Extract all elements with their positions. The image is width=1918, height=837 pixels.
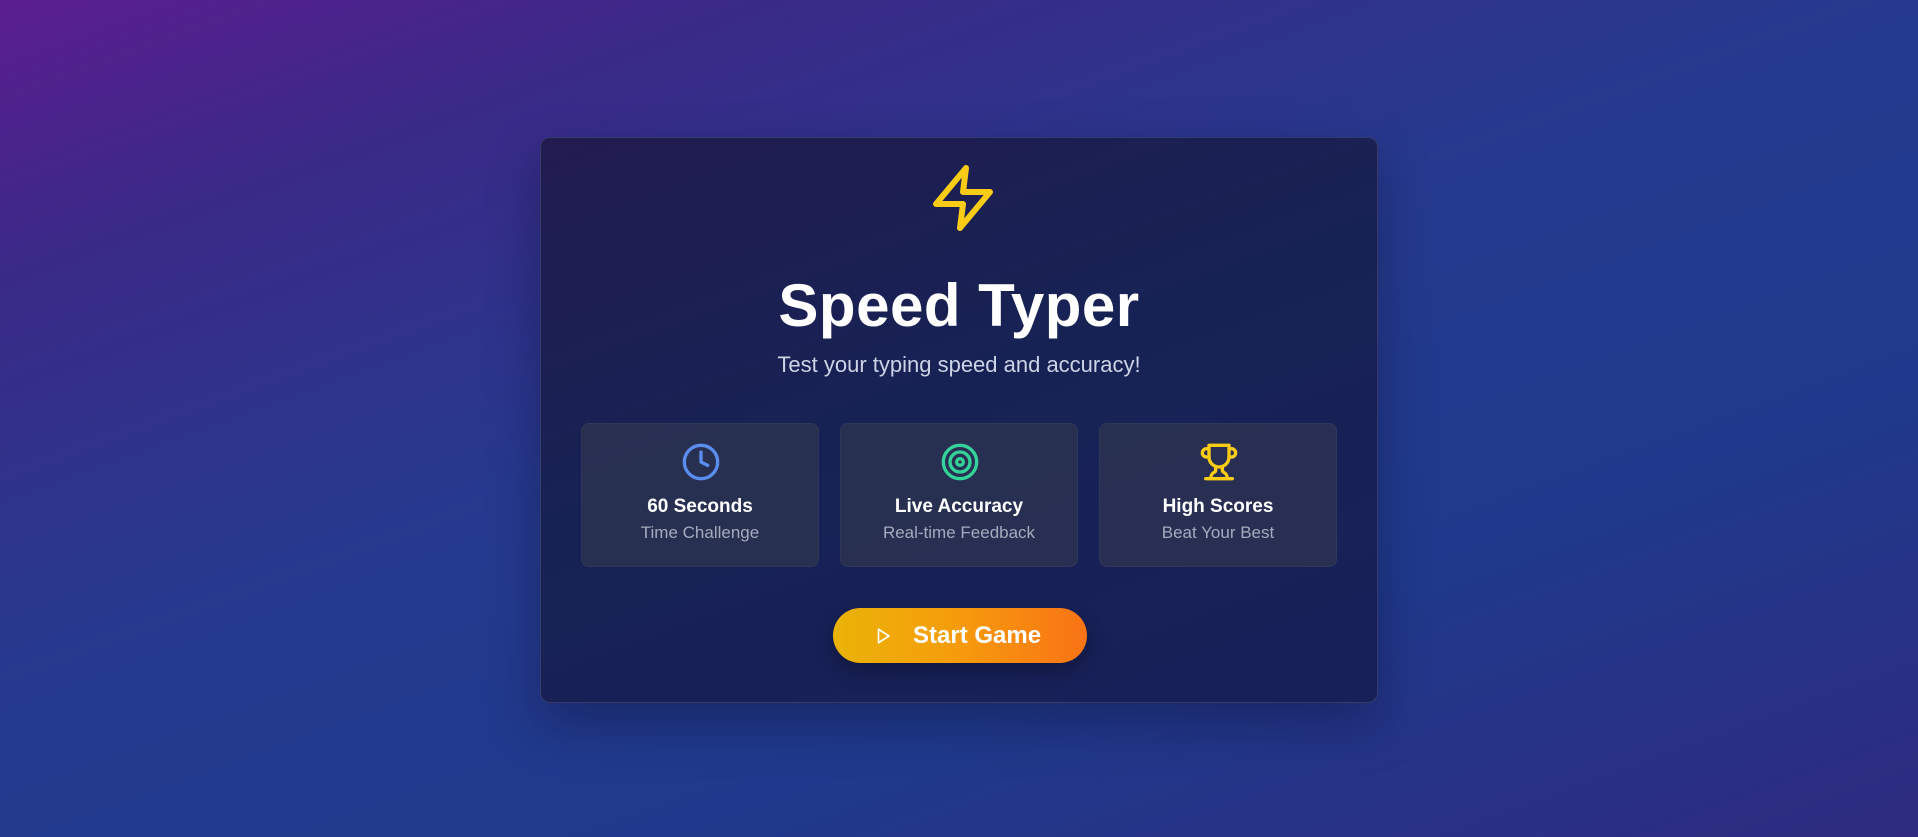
feature-card-scores: High Scores Beat Your Best [1099, 423, 1337, 567]
feature-subtitle: Real-time Feedback [882, 523, 1036, 542]
clock-icon [682, 443, 720, 481]
start-game-label: Start Game [913, 622, 1042, 649]
feature-subtitle: Beat Your Best [1161, 523, 1275, 542]
start-game-button[interactable]: Start Game [833, 608, 1087, 663]
play-icon [877, 628, 890, 644]
start-screen-card: Speed Typer Test your typing speed and a… [540, 137, 1378, 703]
trophy-icon [1200, 443, 1238, 481]
feature-card-time: 60 Seconds Time Challenge [581, 423, 819, 567]
feature-subtitle: Time Challenge [640, 523, 760, 542]
feature-title: Live Accuracy [894, 496, 1024, 517]
app-subtitle: Test your typing speed and accuracy! [777, 352, 1141, 377]
target-icon [941, 443, 979, 481]
feature-title: High Scores [1162, 496, 1274, 517]
app-title: Speed Typer [778, 272, 1140, 339]
lightning-bolt-icon [933, 165, 993, 231]
feature-card-accuracy: Live Accuracy Real-time Feedback [840, 423, 1078, 567]
feature-title: 60 Seconds [647, 496, 753, 517]
